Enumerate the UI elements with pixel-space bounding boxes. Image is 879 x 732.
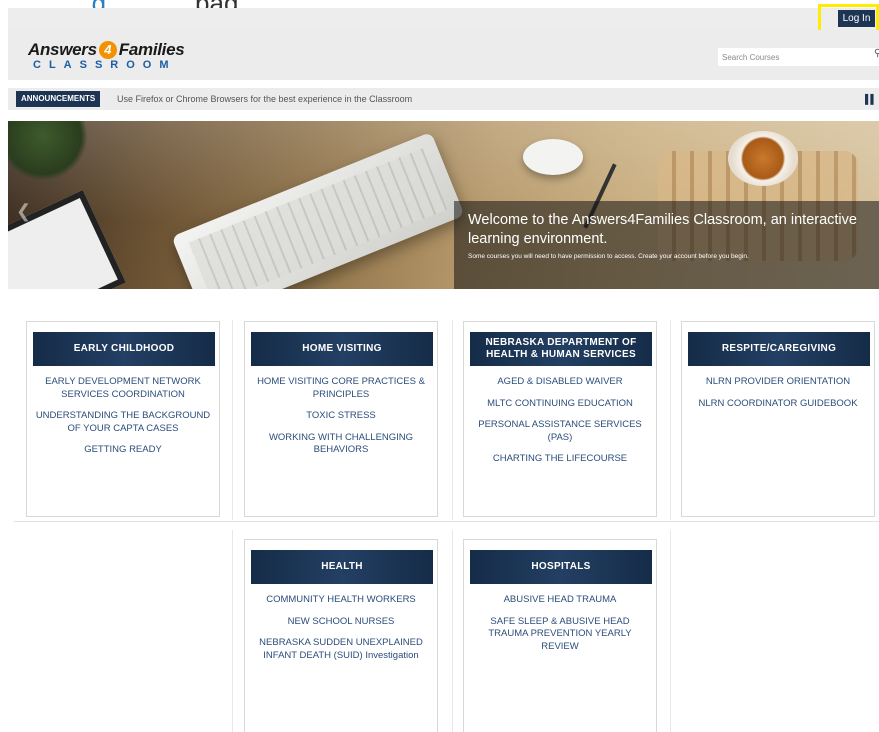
announcement-text: Use Firefox or Chrome Browsers for the b… <box>117 94 413 104</box>
category-card-nebraska-dhhs: NEBRASKA DEPARTMENT OF HEALTH & HUMAN SE… <box>463 321 657 517</box>
course-link[interactable]: EARLY DEVELOPMENT NETWORK SERVICES COORD… <box>39 376 207 401</box>
category-card-respite-caregiving: RESPITE/CAREGIVING NLRN PROVIDER ORIENTA… <box>681 321 875 517</box>
category-banner[interactable]: EARLY CHILDHOOD <box>33 332 215 366</box>
category-banner[interactable]: NEBRASKA DEPARTMENT OF HEALTH & HUMAN SE… <box>470 332 652 366</box>
course-link[interactable]: CHARTING THE LIFECOURSE <box>464 453 656 466</box>
hero-slider: ❮ Welcome to the Answers4Families Classr… <box>8 121 879 289</box>
course-link[interactable]: COMMUNITY HEALTH WORKERS <box>245 594 437 607</box>
category-banner[interactable]: HOSPITALS <box>470 550 652 584</box>
hero-coffee-cup <box>728 131 798 186</box>
slider-prev-icon[interactable]: ❮ <box>16 201 31 222</box>
grid-divider <box>232 530 233 732</box>
top-bar <box>8 8 879 30</box>
category-banner[interactable]: HEALTH <box>251 550 433 584</box>
grid-divider <box>232 320 233 520</box>
site-header: Answers 4 Families CLASSROOM ⚲ <box>8 30 879 80</box>
course-link[interactable]: NEW SCHOOL NURSES <box>245 616 437 629</box>
course-link[interactable]: MLTC CONTINUING EDUCATION <box>464 398 656 411</box>
logo-text-answers: Answers <box>28 40 97 59</box>
course-link[interactable]: HOME VISITING CORE PRACTICES & PRINCIPLE… <box>250 376 433 401</box>
course-link[interactable]: ABUSIVE HEAD TRAUMA <box>464 594 656 607</box>
announcement-label: ANNOUNCEMENTS <box>16 91 101 107</box>
category-card-home-visiting: HOME VISITING HOME VISITING CORE PRACTIC… <box>244 321 438 517</box>
course-link[interactable]: NEBRASKA SUDDEN UNEXPLAINED INFANT DEATH… <box>250 637 433 662</box>
category-card-health: HEALTH COMMUNITY HEALTH WORKERS NEW SCHO… <box>244 539 438 732</box>
category-card-early-childhood: EARLY CHILDHOOD EARLY DEVELOPMENT NETWOR… <box>26 321 220 517</box>
course-link[interactable]: NLRN COORDINATOR GUIDEBOOK <box>682 398 874 411</box>
grid-divider <box>452 320 453 520</box>
logo-four-badge: 4 <box>98 41 117 59</box>
site-logo[interactable]: Answers 4 Families CLASSROOM <box>28 40 185 71</box>
category-banner[interactable]: HOME VISITING <box>251 332 433 366</box>
category-card-hospitals: HOSPITALS ABUSIVE HEAD TRAUMA SAFE SLEEP… <box>463 539 657 732</box>
grid-divider <box>14 521 879 522</box>
course-link[interactable]: GETTING READY <box>27 444 219 457</box>
course-link[interactable]: PERSONAL ASSISTANCE SERVICES (PAS) <box>464 419 656 444</box>
search-icon[interactable]: ⚲ <box>874 48 879 59</box>
category-banner[interactable]: RESPITE/CAREGIVING <box>688 332 870 366</box>
course-link[interactable]: WORKING WITH CHALLENGING BEHAVIORS <box>257 432 425 457</box>
hero-subtitle: Some courses you will need to have permi… <box>468 253 749 260</box>
course-link[interactable]: UNDERSTANDING THE BACKGROUND OF YOUR CAP… <box>32 410 215 435</box>
hero-mouse <box>523 139 583 175</box>
course-link[interactable]: AGED & DISABLED WAIVER <box>464 376 656 389</box>
hero-title: Welcome to the Answers4Families Classroo… <box>468 212 857 247</box>
hero-caption: Welcome to the Answers4Families Classroo… <box>454 201 879 289</box>
logo-text-families: Families <box>118 40 185 59</box>
grid-divider <box>670 530 671 732</box>
grid-divider <box>452 530 453 732</box>
announcement-bar: ANNOUNCEMENTS Use Firefox or Chrome Brow… <box>8 88 879 110</box>
course-link[interactable]: SAFE SLEEP & ABUSIVE HEAD TRAUMA PREVENT… <box>466 616 654 654</box>
course-link[interactable]: NLRN PROVIDER ORIENTATION <box>682 376 874 389</box>
grid-divider <box>670 320 671 520</box>
search-input[interactable] <box>718 48 879 66</box>
pause-icon[interactable]: ▌▌ <box>865 94 877 104</box>
logo-subtitle: CLASSROOM <box>33 59 177 71</box>
logo-wordmark: Answers 4 Families <box>28 40 185 60</box>
course-link[interactable]: TOXIC STRESS <box>245 410 437 423</box>
login-button[interactable]: Log In <box>838 10 875 27</box>
